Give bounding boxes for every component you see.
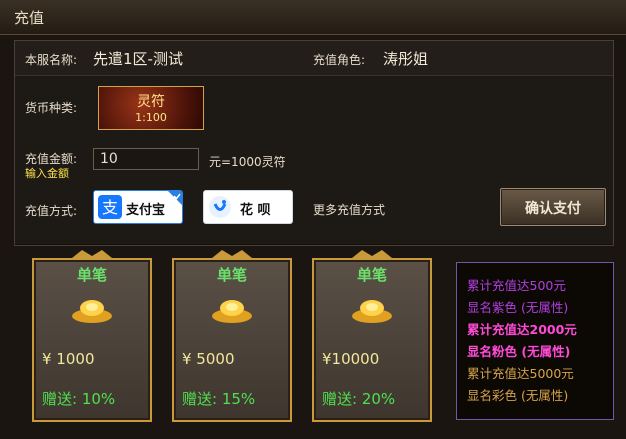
card-header: 单笔 xyxy=(356,266,387,284)
confirm-pay-label: 确认支付 xyxy=(525,201,581,217)
payment-label: 充值方式: xyxy=(25,204,78,218)
amount-hint: 输入金额 xyxy=(25,167,69,180)
huabei-label: 花 呗 xyxy=(240,203,271,218)
more-payment-link[interactable]: 更多充值方式 xyxy=(313,201,385,218)
info-line: 累计充值达500元 xyxy=(467,278,566,293)
gold-ingot-icon xyxy=(352,300,392,323)
bonus-card-1000[interactable]: 单笔 ¥ 1000 赠送: 10% xyxy=(32,258,152,422)
huabei-button[interactable]: 花 呗 xyxy=(203,190,293,224)
card-amount: ¥ 5000 xyxy=(182,350,235,368)
bonus-card-5000[interactable]: 单笔 ¥ 5000 赠送: 15% xyxy=(172,258,292,422)
info-line: 显名粉色 (无属性) xyxy=(467,344,571,359)
window-title: 充值 xyxy=(14,9,45,27)
info-line: 累计充值达5000元 xyxy=(467,366,574,381)
alipay-label: 支付宝 xyxy=(126,203,166,218)
bonus-card-10000[interactable]: 单笔 ¥10000 赠送: 20% xyxy=(312,258,432,422)
title-bar: 充值 xyxy=(0,0,626,35)
currency-label: 货币种类: xyxy=(25,101,78,115)
role-label: 充值角色: xyxy=(313,53,366,67)
confirm-pay-button[interactable]: 确认支付 xyxy=(500,188,606,226)
amount-conversion: 元=1000灵符 xyxy=(209,155,286,169)
card-amount: ¥ 1000 xyxy=(42,350,95,368)
alipay-button[interactable]: 支 支付宝 xyxy=(93,190,183,224)
server-value: 先遣1区-测试 xyxy=(93,50,183,68)
selected-check-icon xyxy=(168,191,182,205)
alipay-icon: 支 xyxy=(98,195,122,219)
info-line: 显名彩色 (无属性) xyxy=(467,388,569,403)
currency-rate: 1:100 xyxy=(135,111,167,124)
vip-info-panel: 累计充值达500元 显名紫色 (无属性) 累计充值达2000元 显名粉色 (无属… xyxy=(456,262,614,420)
svg-text:支: 支 xyxy=(102,198,118,217)
server-label: 本服名称: xyxy=(25,53,78,67)
card-header: 单笔 xyxy=(76,266,107,284)
info-line: 显名紫色 (无属性) xyxy=(467,300,569,315)
card-bonus: 赠送: 20% xyxy=(322,390,396,408)
huabei-icon xyxy=(209,196,231,218)
currency-name: 灵符 xyxy=(137,94,165,110)
card-bonus: 赠送: 15% xyxy=(182,390,256,408)
card-bonus: 赠送: 10% xyxy=(42,390,116,408)
info-line: 累计充值达2000元 xyxy=(467,322,577,337)
currency-option-lingfu[interactable]: 灵符 1:100 xyxy=(98,86,204,130)
amount-input[interactable] xyxy=(93,148,199,170)
card-header: 单笔 xyxy=(216,266,247,284)
info-row: 本服名称: 先遣1区-测试 充值角色: 涛彤姐 xyxy=(15,41,613,76)
gold-ingot-icon xyxy=(212,300,252,323)
role-value: 涛彤姐 xyxy=(383,50,429,68)
card-amount: ¥10000 xyxy=(322,350,380,368)
gold-ingot-icon xyxy=(72,300,112,323)
